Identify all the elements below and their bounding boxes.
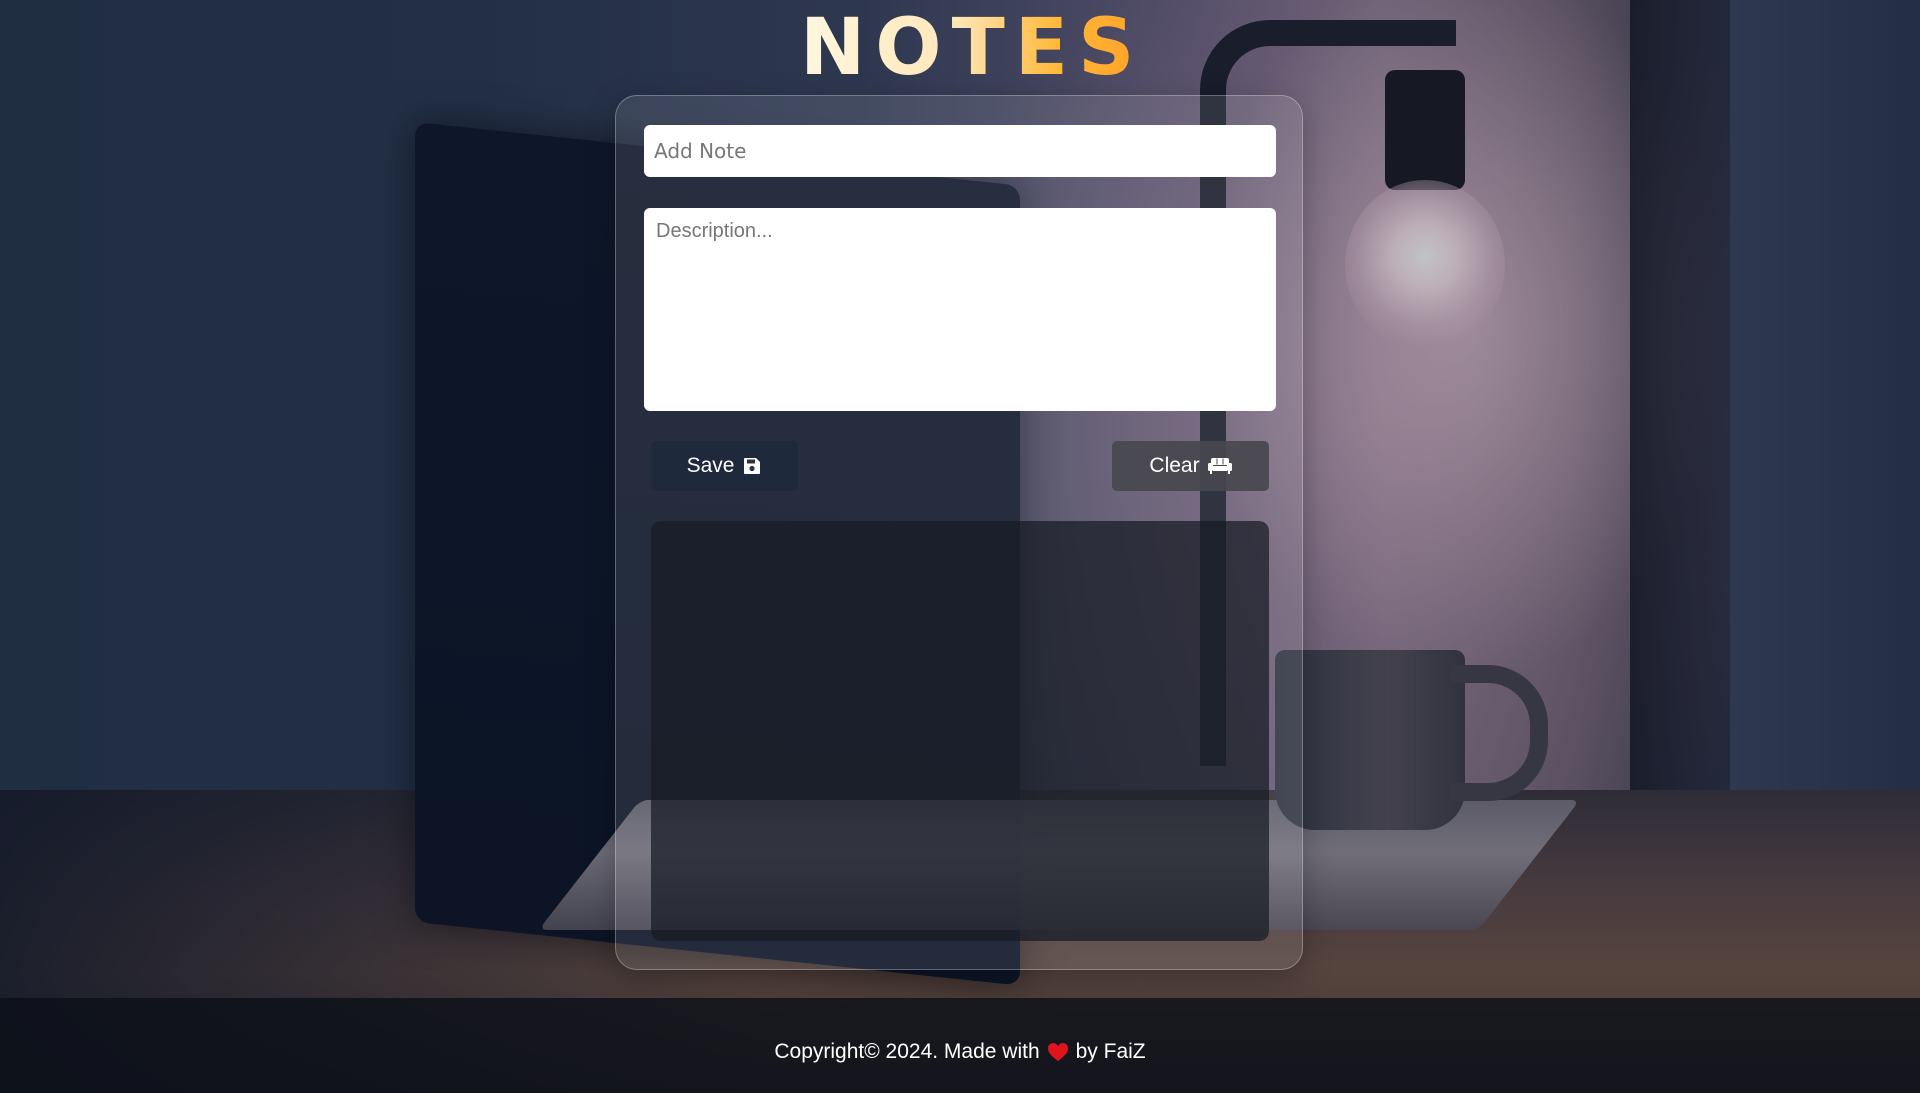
page-title-wrapper: NOTES — [800, 2, 1134, 94]
heart-icon — [1047, 1042, 1069, 1062]
footer: Copyright© 2024. Made with by FaiZ — [0, 998, 1920, 1093]
footer-author-text: by FaiZ — [1075, 1039, 1146, 1063]
clear-button-label: Clear — [1149, 454, 1200, 477]
note-title-input[interactable] — [644, 125, 1276, 177]
footer-copyright-text: Copyright© 2024. Made with — [774, 1039, 1040, 1063]
clear-button[interactable]: Clear — [1112, 441, 1269, 491]
note-description-input[interactable] — [644, 208, 1276, 411]
save-button-label: Save — [686, 454, 735, 477]
couch-icon — [1207, 457, 1232, 475]
save-button[interactable]: Save — [651, 441, 798, 491]
floppy-disk-icon — [742, 457, 762, 475]
page-title: NOTES — [800, 3, 1145, 93]
notes-list — [651, 521, 1269, 941]
